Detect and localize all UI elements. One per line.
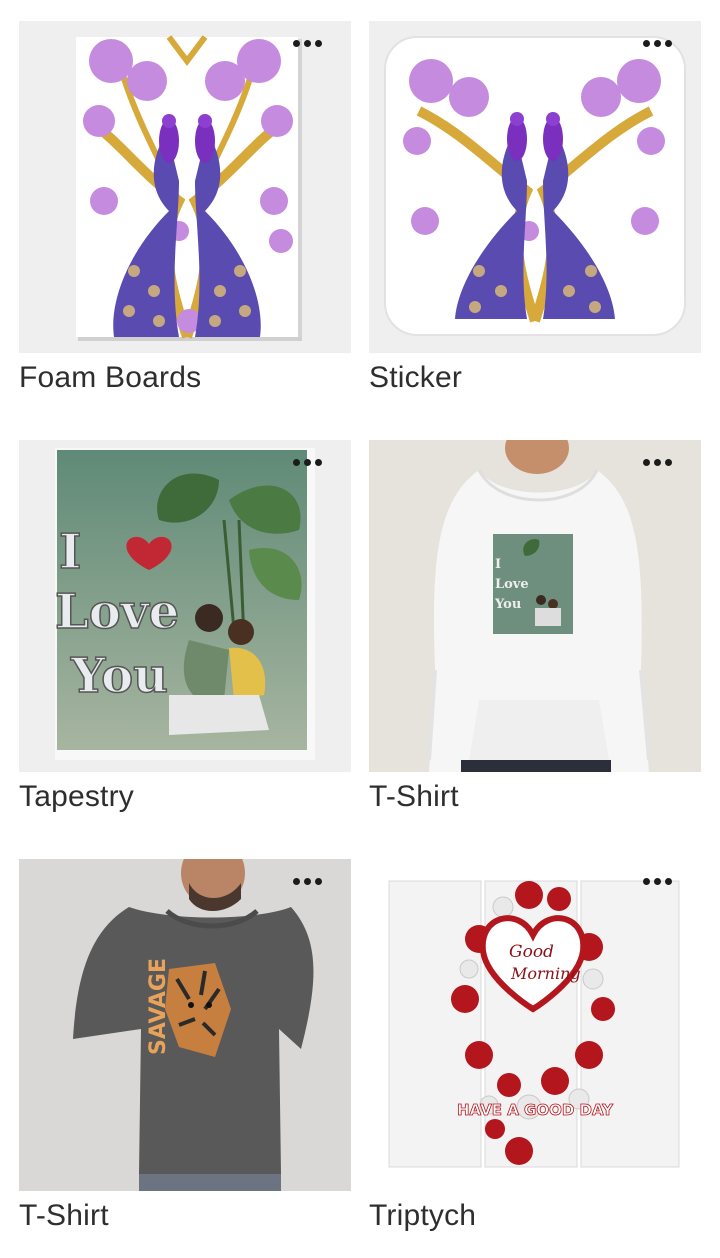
product-card-tapestry[interactable]: I Love You Tapestry [19, 440, 351, 830]
product-label[interactable]: Triptych [369, 1199, 476, 1233]
product-grid: Foam Boards Sticker I Love You Tapestry … [0, 0, 720, 1258]
hoodie-icon: I Love You [427, 440, 651, 772]
dot-icon [303, 39, 311, 47]
more-options-button[interactable] [639, 452, 675, 472]
product-label[interactable]: Sticker [369, 361, 462, 395]
peacock-art-icon [76, 35, 302, 341]
product-label[interactable]: T-Shirt [19, 1199, 109, 1233]
dot-icon [314, 458, 322, 466]
have-a-good-day-text: HAVE A GOOD DAY [457, 1101, 614, 1119]
savage-tiger-tshirt-icon: SAVAGE [73, 859, 314, 1191]
couple-love-art-icon: I Love You [54, 448, 315, 760]
savage-text: SAVAGE [146, 958, 171, 1055]
product-card-sticker[interactable]: Sticker [369, 21, 701, 411]
dot-icon [292, 877, 300, 885]
dot-icon [653, 877, 661, 885]
love-text: Love [495, 577, 529, 592]
dot-icon [642, 877, 650, 885]
dot-icon [664, 877, 672, 885]
product-thumbnail[interactable] [19, 21, 351, 353]
love-text: I [495, 557, 501, 572]
love-text: You [494, 597, 521, 612]
good-text: Good [509, 942, 554, 962]
more-options-button[interactable] [289, 452, 325, 472]
product-label[interactable]: Foam Boards [19, 361, 201, 395]
dot-icon [653, 458, 661, 466]
dot-icon [303, 458, 311, 466]
dot-icon [664, 39, 672, 47]
product-label[interactable]: Tapestry [19, 780, 134, 814]
product-thumbnail[interactable]: I Love You [369, 440, 701, 772]
product-thumbnail[interactable]: SAVAGE [19, 859, 351, 1191]
dot-icon [314, 877, 322, 885]
morning-text: Morning [510, 964, 581, 983]
product-card-tshirt-hoodie[interactable]: I Love You T-Shirt [369, 440, 701, 830]
product-card-tshirt-savage[interactable]: SAVAGE T-Shirt [19, 859, 351, 1249]
product-thumbnail[interactable]: I Love You [19, 440, 351, 772]
dot-icon [664, 458, 672, 466]
dot-icon [314, 39, 322, 47]
dot-icon [653, 39, 661, 47]
love-text: Love [55, 584, 179, 640]
dot-icon [292, 39, 300, 47]
love-text: I [59, 524, 81, 580]
more-options-button[interactable] [289, 871, 325, 891]
product-thumbnail[interactable]: Good Morning HAVE A GOOD DAY [369, 859, 701, 1191]
product-thumbnail[interactable] [369, 21, 701, 353]
product-card-triptych[interactable]: Good Morning HAVE A GOOD DAY Triptych [369, 859, 701, 1249]
dot-icon [303, 877, 311, 885]
dot-icon [642, 458, 650, 466]
dot-icon [292, 458, 300, 466]
more-options-button[interactable] [639, 871, 675, 891]
more-options-button[interactable] [289, 33, 325, 53]
product-card-foam-boards[interactable]: Foam Boards [19, 21, 351, 411]
peacock-art-icon [384, 36, 686, 336]
product-label[interactable]: T-Shirt [369, 780, 459, 814]
love-text: You [70, 648, 168, 704]
good-morning-roses-icon: Good Morning HAVE A GOOD DAY [388, 880, 680, 1168]
dot-icon [642, 39, 650, 47]
more-options-button[interactable] [639, 33, 675, 53]
